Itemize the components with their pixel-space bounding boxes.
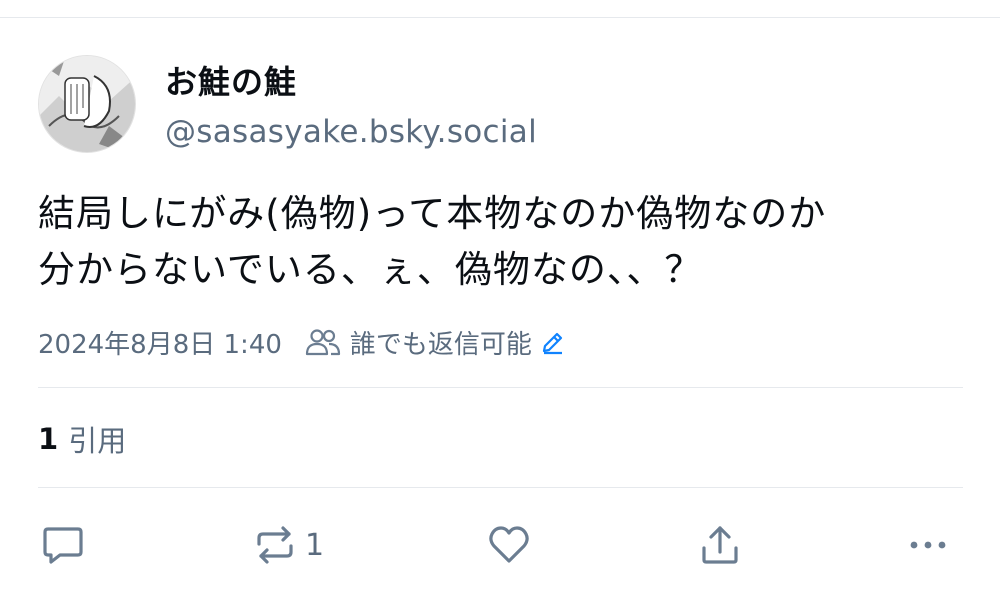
top-divider: [0, 17, 1000, 18]
pencil-icon[interactable]: [540, 329, 566, 355]
author-handle[interactable]: @sasasyake.bsky.social: [165, 112, 537, 152]
repost-button[interactable]: 1: [253, 515, 324, 575]
people-icon: [305, 329, 341, 356]
comment-icon: [43, 527, 83, 564]
quotes-count[interactable]: 1 引用: [38, 417, 126, 461]
divider: [38, 387, 963, 388]
heart-icon: [489, 526, 529, 563]
like-button[interactable]: [486, 515, 532, 575]
author-avatar[interactable]: [38, 55, 136, 153]
post-text-line-1: 結局しにがみ(偽物)って本物なのか偽物なのか: [38, 192, 827, 235]
post-actions: 1: [0, 515, 1000, 575]
reply-setting-label[interactable]: 誰でも返信可能: [350, 324, 532, 361]
repost-count: 1: [305, 527, 325, 563]
share-icon: [702, 526, 738, 564]
author-display-name[interactable]: お鮭の鮭: [165, 62, 297, 102]
post-text: 結局しにがみ(偽物)って本物なのか偽物なのか 分からないでいる、ぇ、偽物なの、、…: [38, 186, 968, 298]
post-timestamp: 2024年8月8日 1:40: [38, 329, 282, 360]
repost-icon: [257, 526, 293, 564]
divider: [38, 487, 963, 488]
post-meta: 2024年8月8日 1:40 誰でも返信可能: [38, 322, 566, 362]
more-icon: [910, 541, 946, 549]
manga-panel-avatar-icon: [39, 56, 135, 152]
reply-button[interactable]: [40, 515, 86, 575]
more-button[interactable]: [905, 515, 951, 575]
quote-label: 引用: [68, 424, 127, 458]
share-button[interactable]: [697, 515, 743, 575]
post-text-line-2: 分からないでいる、ぇ、偽物なの、、？: [38, 248, 703, 291]
quote-count: 1: [38, 422, 59, 456]
